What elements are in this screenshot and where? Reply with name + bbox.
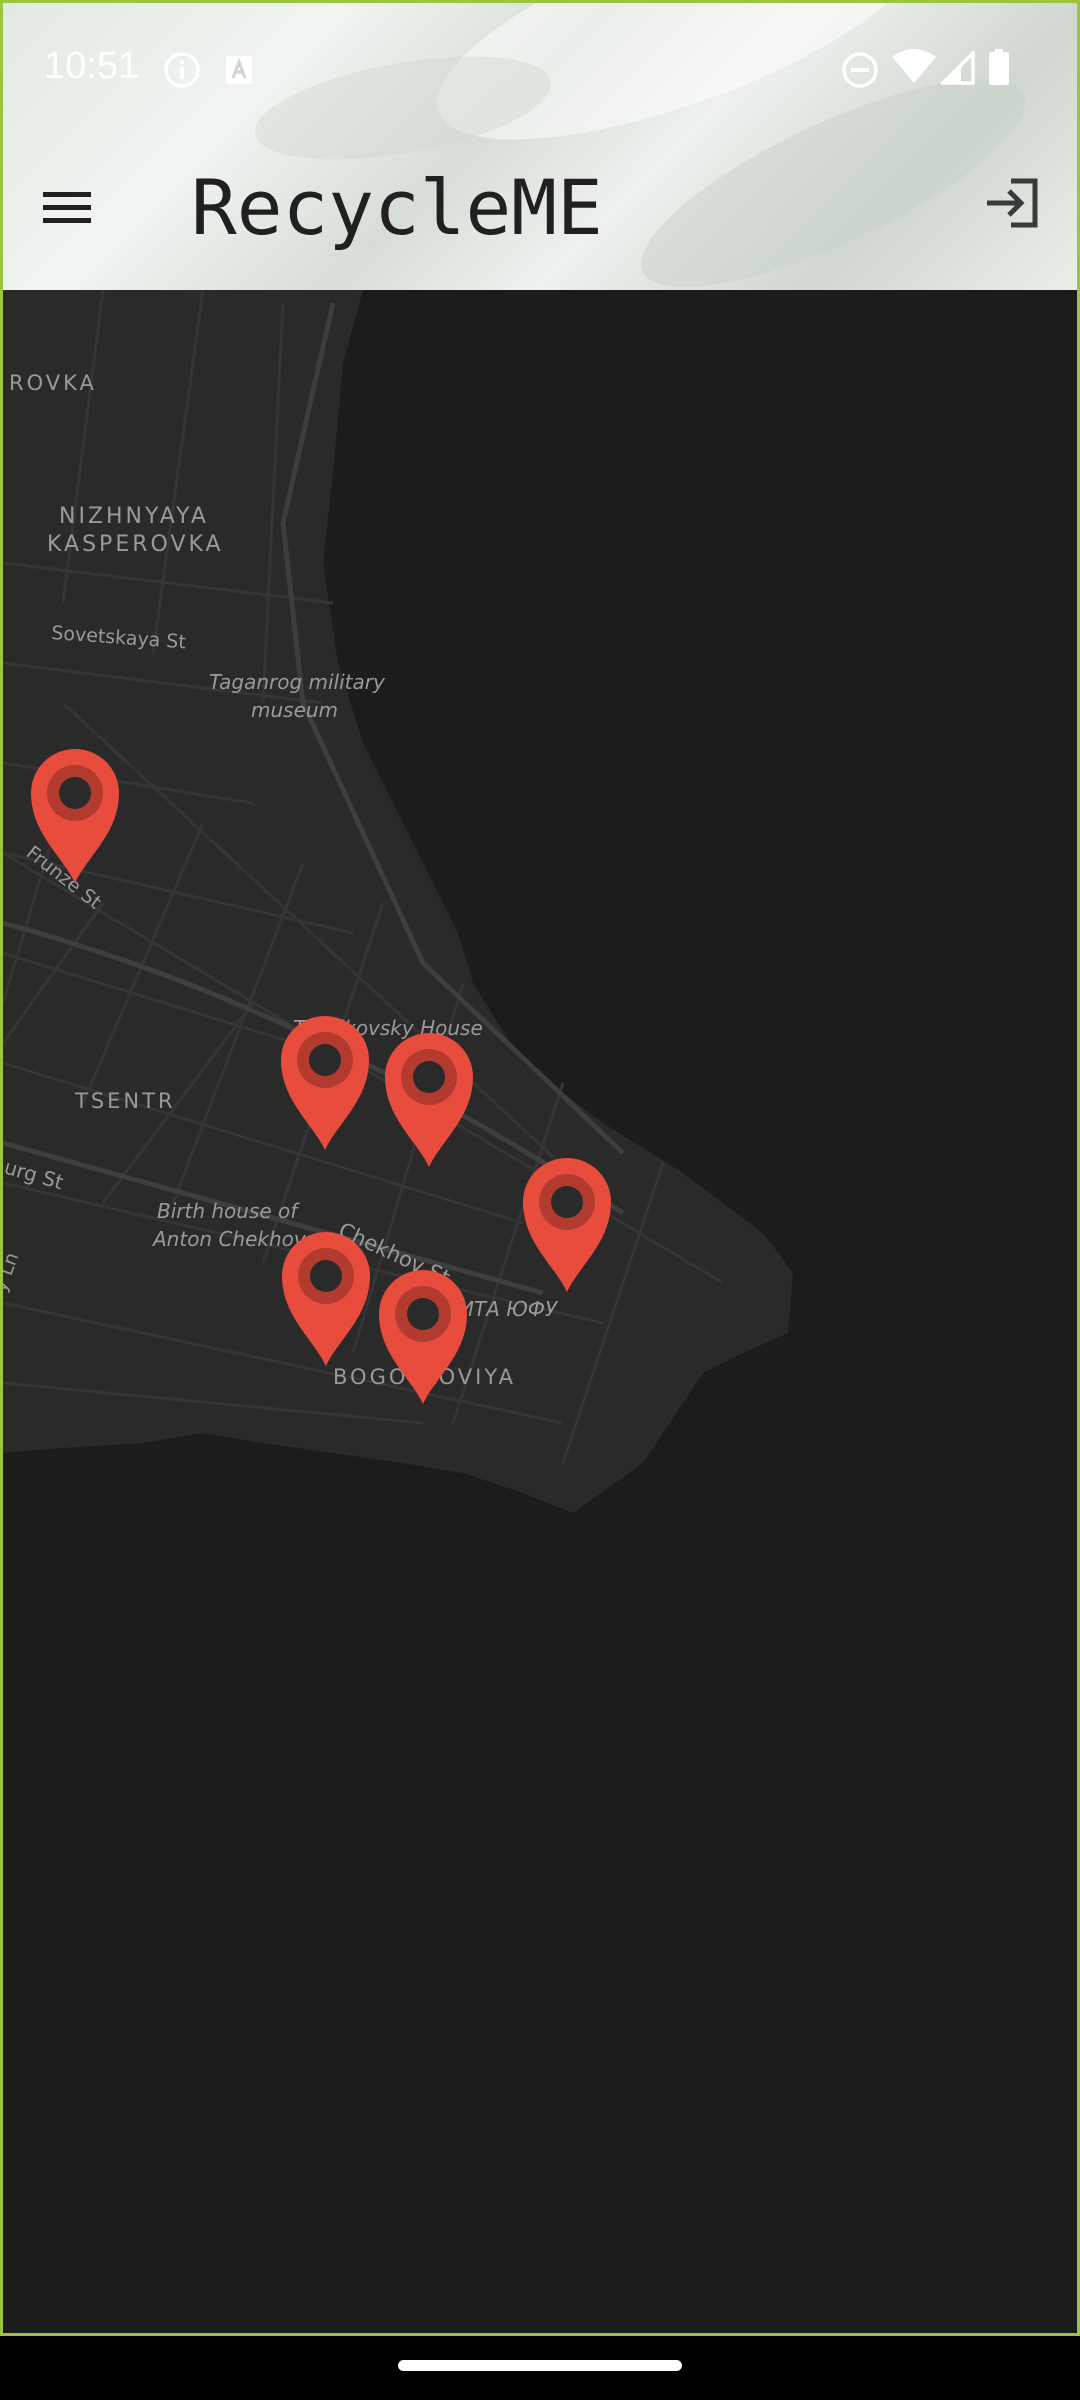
- login-button[interactable]: [983, 173, 1053, 243]
- status-time: 10:51: [44, 45, 140, 87]
- map-label: NIZHNYAYA: [59, 504, 209, 529]
- map-label: Birth house of: [157, 1199, 300, 1223]
- app-bar: 10:51 RecycleME: [3, 3, 1077, 290]
- status-bar: 10:51: [3, 3, 1077, 133]
- map-label: TSENTR: [74, 1089, 176, 1113]
- map-label: museum: [251, 698, 338, 722]
- menu-button[interactable]: [43, 178, 113, 238]
- do-not-disturb-icon: [841, 51, 879, 94]
- map-label: Taganrog military: [209, 670, 386, 694]
- map-label: ROVKA: [9, 371, 97, 395]
- wifi-icon: [891, 49, 937, 90]
- system-navigation-bar: [0, 2336, 1080, 2400]
- keyboard-a-icon: [225, 55, 253, 90]
- map-label: Anton Chekhov: [151, 1227, 307, 1251]
- app-window: 10:51 RecycleME ROVKA NIZHNYAYA KASPEROV…: [0, 0, 1080, 2336]
- login-icon: [983, 178, 1043, 237]
- info-icon: [163, 51, 201, 94]
- signal-icon: [938, 48, 975, 90]
- app-title: RecycleME: [191, 163, 603, 252]
- home-gesture-handle[interactable]: [398, 2360, 682, 2371]
- hamburger-menu-icon: [43, 192, 95, 232]
- battery-icon: [989, 49, 1009, 90]
- map-canvas: ROVKA NIZHNYAYA KASPEROVKA Sovetskaya St…: [3, 290, 1077, 2333]
- map-label: KASPEROVKA: [47, 532, 224, 557]
- map-view[interactable]: ROVKA NIZHNYAYA KASPEROVKA Sovetskaya St…: [3, 290, 1077, 2333]
- map-label: ИТА ЮФУ: [459, 1297, 559, 1321]
